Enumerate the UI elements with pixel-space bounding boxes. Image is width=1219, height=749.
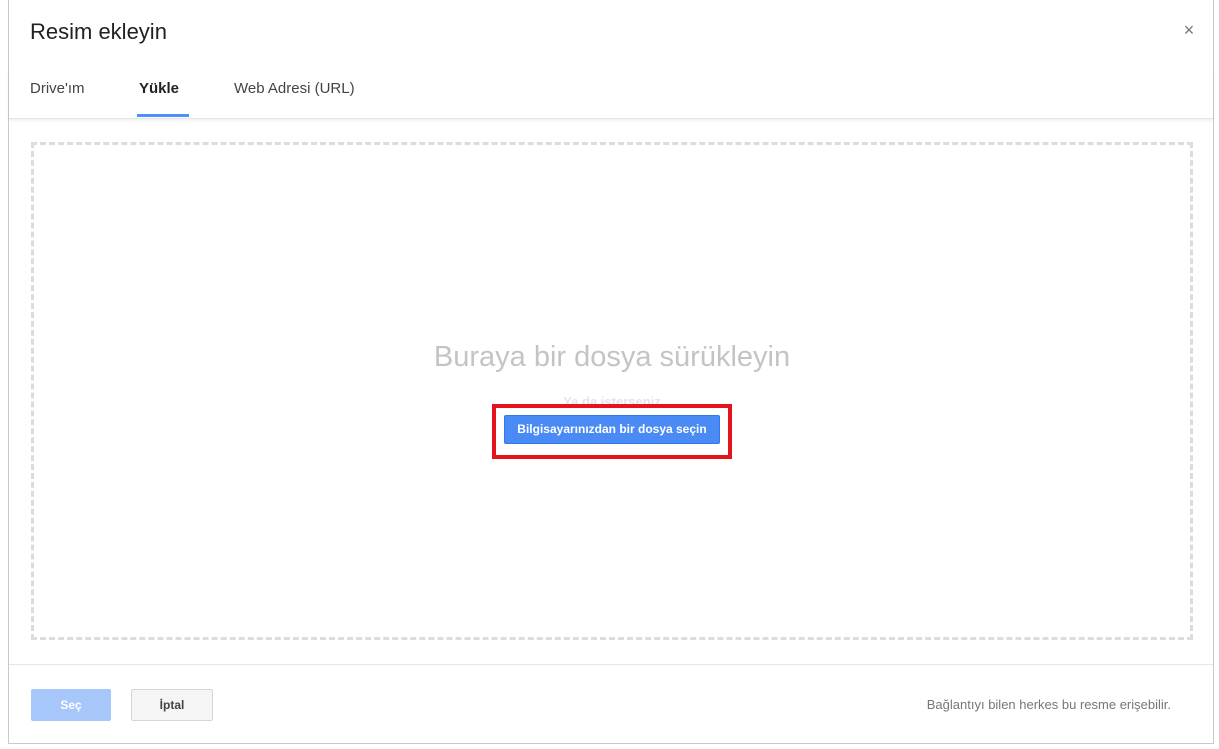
drop-instruction: Buraya bir dosya sürükleyin [433, 341, 791, 373]
dialog-title: Resim ekleyin [30, 19, 167, 44]
sharing-note: Bağlantıyı bilen herkes bu resme erişebi… [926, 697, 1171, 712]
active-tab-indicator [137, 114, 189, 117]
select-button[interactable]: Seç [31, 689, 111, 721]
tab-bar: Drive'ım Yükle Web Adresi (URL) [9, 68, 1213, 119]
cancel-button[interactable]: İptal [131, 689, 213, 721]
close-icon[interactable]: × [1181, 21, 1197, 39]
tab-upload[interactable]: Yükle [139, 80, 179, 97]
highlight-box: Bilgisayarınızdan bir dosya seçin [492, 404, 732, 459]
tab-web-url[interactable]: Web Adresi (URL) [234, 80, 355, 97]
tab-my-drive[interactable]: Drive'ım [30, 80, 85, 97]
dialog-footer: Seç İptal Bağlantıyı bilen herkes bu res… [9, 664, 1213, 745]
select-file-from-computer-button[interactable]: Bilgisayarınızdan bir dosya seçin [504, 415, 720, 444]
file-drop-zone[interactable]: Buraya bir dosya sürükleyin Ya da isters… [31, 142, 1193, 640]
insert-image-dialog: Resim ekleyin × Drive'ım Yükle Web Adres… [8, 0, 1214, 744]
